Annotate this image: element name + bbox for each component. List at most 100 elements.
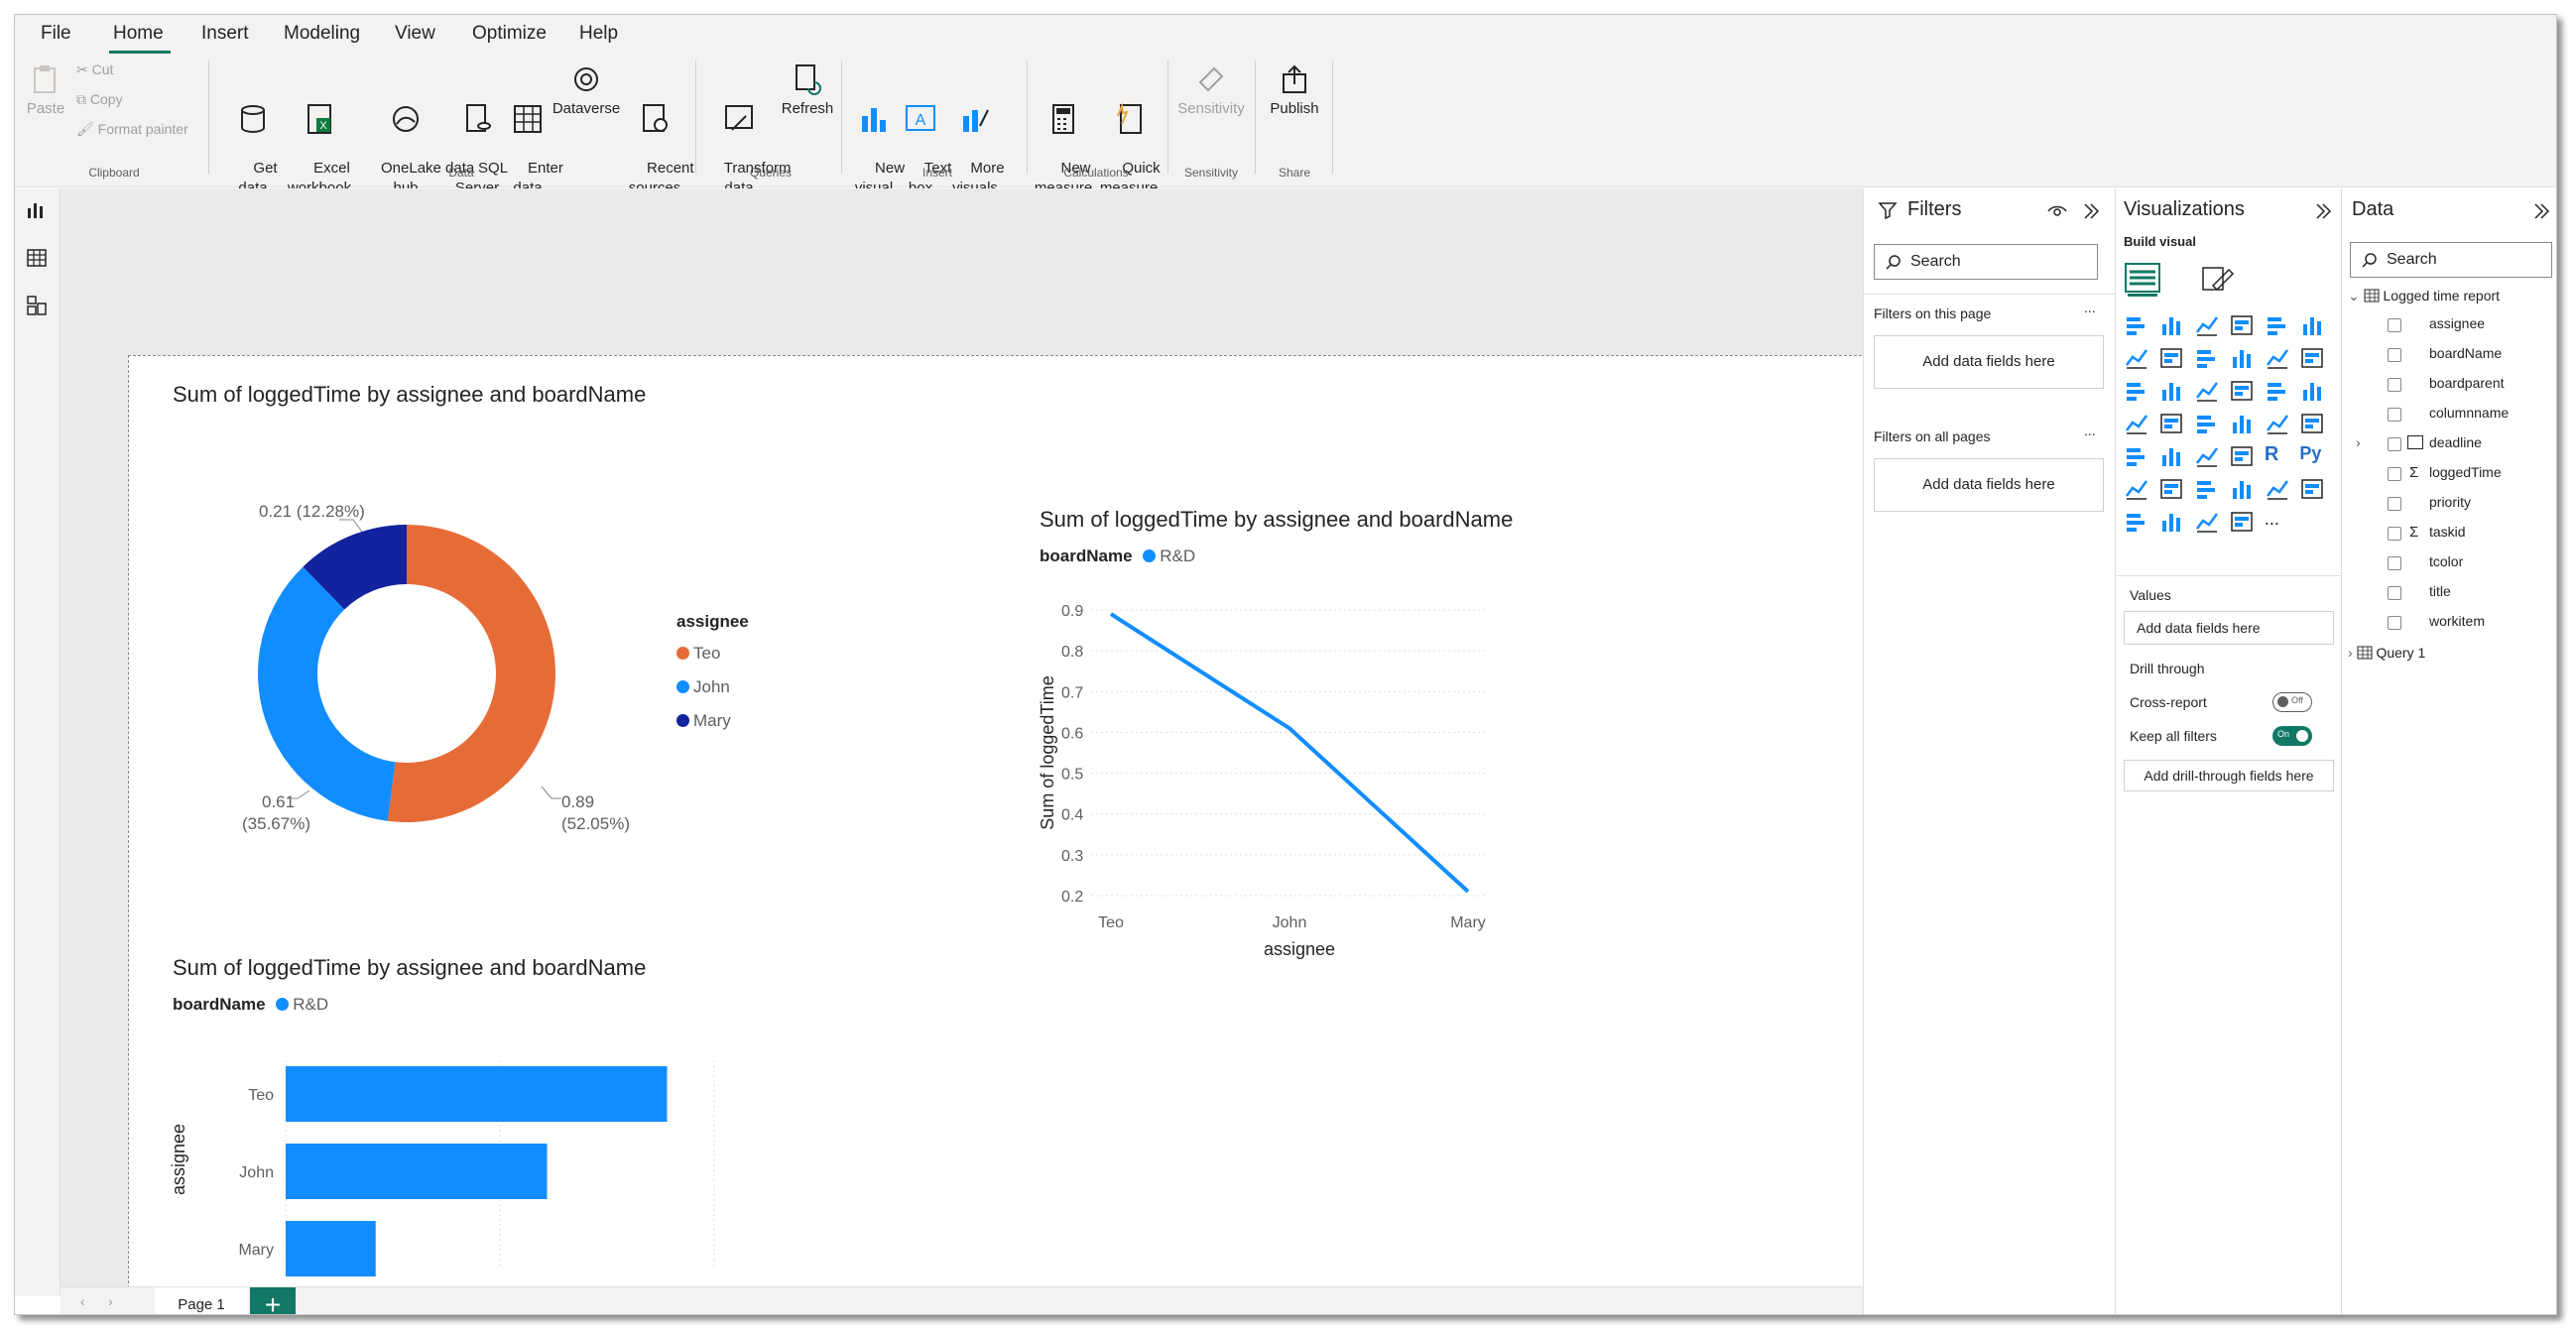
metrics-icon[interactable]	[2265, 476, 2290, 502]
stacked-bar-icon[interactable]	[2124, 312, 2149, 338]
field-checkbox[interactable]	[2388, 437, 2401, 451]
scatter-icon[interactable]	[2194, 378, 2220, 404]
sensitivity-button[interactable]: Sensitivity	[1171, 62, 1251, 119]
field-checkbox[interactable]	[2388, 378, 2401, 392]
power-automate-icon[interactable]	[2158, 509, 2184, 535]
filled-map-icon[interactable]	[2158, 411, 2184, 436]
line-clustered-icon[interactable]	[2265, 345, 2290, 371]
python-visual-icon[interactable]: Py	[2299, 443, 2325, 469]
values-drop-zone[interactable]: Add data fields here	[2124, 611, 2334, 645]
table-view-icon[interactable]	[25, 246, 49, 270]
cut-button[interactable]: ✂ Cut	[76, 61, 113, 78]
100-bar-icon[interactable]	[2265, 312, 2290, 338]
area-icon[interactable]	[2158, 345, 2184, 371]
menu-insert[interactable]: Insert	[197, 21, 253, 47]
line-chart[interactable]: 0.9 0.8 0.7 0.6 0.5 0.4 0.3 0.2 Teo John Mary assig…	[1032, 574, 1706, 1050]
donut-icon[interactable]	[2265, 378, 2290, 404]
collapse-viz-icon[interactable]	[2312, 200, 2334, 222]
field-title[interactable]: title	[2342, 583, 2556, 607]
more-options-icon[interactable]: ...	[2084, 423, 2096, 438]
field-priority[interactable]: priority	[2342, 494, 2556, 518]
field-boardname[interactable]: boardName	[2342, 345, 2556, 369]
field-workitem[interactable]: workitem	[2342, 613, 2556, 637]
treemap-icon[interactable]	[2299, 378, 2325, 404]
field-boardparent[interactable]: boardparent	[2342, 375, 2556, 399]
table-query-1[interactable]: › Query 1	[2348, 645, 2425, 668]
format-visual-tab-icon[interactable]	[2199, 260, 2235, 296]
multi-row-card-icon[interactable]	[2299, 411, 2325, 436]
filters-all-pages-drop-zone[interactable]: Add data fields here	[1874, 458, 2104, 512]
donut-legend-item-john[interactable]: John	[676, 677, 730, 697]
line-icon[interactable]	[2124, 345, 2149, 371]
more-options-icon[interactable]: ...	[2084, 300, 2096, 315]
clustered-column-icon[interactable]	[2229, 312, 2255, 338]
field-checkbox[interactable]	[2388, 348, 2401, 362]
field-checkbox[interactable]	[2388, 318, 2401, 332]
add-page-button[interactable]: +	[250, 1287, 296, 1314]
field-columnname[interactable]: columnname	[2342, 405, 2556, 428]
stacked-column-icon[interactable]	[2158, 312, 2184, 338]
map-icon[interactable]	[2124, 411, 2149, 436]
clustered-bar-icon[interactable]	[2194, 312, 2220, 338]
field-checkbox[interactable]	[2388, 497, 2401, 511]
field-checkbox[interactable]	[2388, 556, 2401, 570]
card-icon[interactable]	[2265, 411, 2290, 436]
refresh-button[interactable]: Refresh	[779, 62, 836, 119]
menu-modeling[interactable]: Modeling	[280, 21, 364, 47]
menu-optimize[interactable]: Optimize	[468, 21, 551, 47]
field-taskid[interactable]: Σtaskid	[2342, 524, 2556, 547]
slicer-icon[interactable]	[2158, 443, 2184, 469]
menu-view[interactable]: View	[391, 21, 439, 47]
collapse-filters-icon[interactable]	[2080, 200, 2102, 222]
diamond-icon[interactable]	[2194, 509, 2220, 535]
field-tcolor[interactable]: tcolor	[2342, 553, 2556, 577]
filters-search-input[interactable]: Search	[1874, 244, 2098, 280]
field-loggedtime[interactable]: ΣloggedTime	[2342, 464, 2556, 488]
ribbon-icon[interactable]	[2299, 345, 2325, 371]
model-view-icon[interactable]	[25, 294, 49, 317]
kpi-icon[interactable]	[2124, 443, 2149, 469]
donut-legend-item-teo[interactable]: Teo	[676, 644, 720, 664]
field-checkbox[interactable]	[2388, 586, 2401, 600]
menu-help[interactable]: Help	[575, 21, 622, 47]
key-influencers-icon[interactable]	[2124, 476, 2149, 502]
next-page-icon[interactable]: ›	[108, 1293, 113, 1309]
table-logged-time-report[interactable]: ⌄ Logged time report	[2348, 288, 2500, 311]
menu-home[interactable]: Home	[109, 21, 168, 47]
waterfall-icon[interactable]	[2124, 378, 2149, 404]
more-icon[interactable]: ...	[2265, 509, 2290, 535]
filters-page-drop-zone[interactable]: Add data fields here	[1874, 335, 2104, 389]
100-column-icon[interactable]	[2299, 312, 2325, 338]
eye-icon[interactable]	[2046, 200, 2068, 222]
r-visual-icon[interactable]: R	[2265, 443, 2290, 469]
qa-icon[interactable]	[2194, 476, 2220, 502]
copy-button[interactable]: ⧉ Copy	[76, 90, 123, 108]
line-column-icon[interactable]	[2229, 345, 2255, 371]
page-tab[interactable]: Page 1	[155, 1287, 248, 1314]
donut-legend-item-mary[interactable]: Mary	[676, 711, 731, 731]
chevron-right-icon[interactable]: ›	[2356, 434, 2361, 450]
power-apps-icon[interactable]	[2124, 509, 2149, 535]
cross-report-toggle[interactable]: Off	[2272, 692, 2312, 712]
publish-button[interactable]: Publish	[1263, 62, 1326, 119]
matrix-icon[interactable]	[2229, 443, 2255, 469]
line-legend-item[interactable]: R&D	[1160, 546, 1195, 565]
field-checkbox[interactable]	[2388, 408, 2401, 422]
azure-map-icon[interactable]	[2194, 411, 2220, 436]
menu-file[interactable]: File	[37, 21, 75, 47]
format-painter-button[interactable]: 🖌 Format painter	[76, 120, 188, 138]
stacked-area-icon[interactable]	[2194, 345, 2220, 371]
build-visual-tab-icon[interactable]	[2124, 258, 2163, 298]
drill-through-drop-zone[interactable]: Add drill-through fields here	[2124, 760, 2334, 791]
chevron-icon[interactable]	[2229, 509, 2255, 535]
field-deadline[interactable]: › deadline	[2342, 434, 2556, 458]
dataverse-button[interactable]: Dataverse	[551, 62, 622, 119]
field-checkbox[interactable]	[2388, 527, 2401, 541]
keep-all-filters-toggle[interactable]: On	[2272, 726, 2312, 746]
decomposition-tree-icon[interactable]	[2158, 476, 2184, 502]
field-checkbox[interactable]	[2388, 467, 2401, 481]
field-checkbox[interactable]	[2388, 616, 2401, 630]
paste-button[interactable]: Paste	[21, 62, 70, 119]
bar-legend-item[interactable]: R&D	[293, 995, 328, 1014]
prev-page-icon[interactable]: ‹	[80, 1293, 85, 1309]
